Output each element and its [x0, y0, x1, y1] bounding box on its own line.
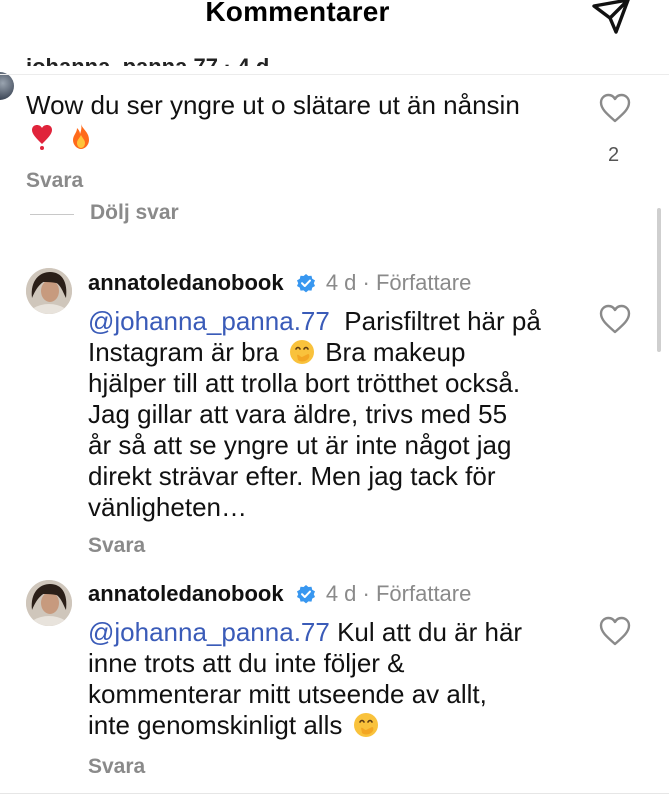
reply-button[interactable]: Svara — [26, 169, 83, 193]
comment-text: @johanna_panna.77 Kul att du är här inne… — [88, 617, 588, 741]
heart-exclamation-emoji-icon — [32, 125, 52, 150]
scrollbar[interactable] — [657, 208, 661, 352]
hand-over-mouth-emoji-icon — [353, 713, 378, 737]
avatar[interactable] — [26, 268, 72, 314]
mention-link[interactable]: @johanna_panna.77 — [88, 306, 330, 336]
comment-body: Wow du ser yngre ut o slätare ut än nåns… — [26, 90, 520, 120]
reply-button[interactable]: Svara — [88, 755, 145, 779]
comment-line: inne trots att du inte följer & — [88, 648, 405, 678]
comment-text: Wow du ser yngre ut o slätare ut än nåns… — [26, 90, 546, 152]
comment-line: kommenterar mitt utseende av allt, — [88, 679, 487, 709]
avatar[interactable] — [26, 580, 72, 626]
comment-username[interactable]: annatoledanobook — [88, 270, 284, 295]
comment-time: 4 d — [325, 581, 357, 606]
mention-link[interactable]: @johanna_panna.77 — [88, 617, 330, 647]
paper-plane-icon[interactable] — [588, 0, 634, 38]
heart-icon[interactable] — [598, 92, 632, 124]
header-divider — [0, 74, 669, 75]
author-label: Författare — [375, 581, 472, 606]
divider-line — [30, 214, 74, 215]
comment-line: Jag gillar att vara äldre, trivs med 55 — [88, 399, 508, 429]
hand-over-mouth-emoji-icon — [289, 340, 314, 364]
page-title: Kommentarer — [205, 0, 390, 27]
comment-line: direkt strävar efter. Men jag tack för — [88, 461, 496, 491]
comment-line: år så att se yngre ut är inte något jag — [88, 430, 512, 460]
comment-meta: annatoledanobook 4 d · Författare — [88, 270, 471, 300]
comment-username[interactable]: annatoledanobook — [88, 581, 284, 606]
heart-icon[interactable] — [598, 615, 632, 647]
meta-separator: · — [362, 581, 370, 606]
avatar[interactable] — [0, 72, 14, 100]
comment-line: Instagram är bra — [88, 337, 279, 367]
hide-replies-button[interactable]: Dölj svar — [90, 201, 179, 225]
heart-icon[interactable] — [598, 303, 632, 335]
verified-badge-icon — [296, 585, 315, 604]
comment-line: vänligheten… — [88, 492, 247, 522]
comment-meta: annatoledanobook 4 d · Författare — [88, 581, 471, 611]
reply-button[interactable]: Svara — [88, 534, 145, 558]
comment-line: Kul att du är här — [337, 617, 523, 647]
comment-line: Parisfiltret här på — [344, 306, 541, 336]
author-label: Författare — [375, 270, 472, 295]
meta-separator: · — [362, 270, 370, 295]
comment-line: hjälper till att trolla bort trötthet oc… — [88, 368, 521, 398]
header: Kommentarer — [0, 0, 669, 40]
like-count: 2 — [608, 144, 620, 166]
comment-text: @johanna_panna.77 Parisfiltret här på In… — [88, 306, 588, 523]
fire-emoji-icon — [73, 124, 90, 149]
bottom-divider — [0, 793, 669, 794]
comment-time: 4 d — [325, 270, 357, 295]
verified-badge-icon — [296, 274, 315, 293]
comment-line: inte genomskinligt alls — [88, 710, 343, 740]
comment-line: Bra makeup — [325, 337, 466, 367]
